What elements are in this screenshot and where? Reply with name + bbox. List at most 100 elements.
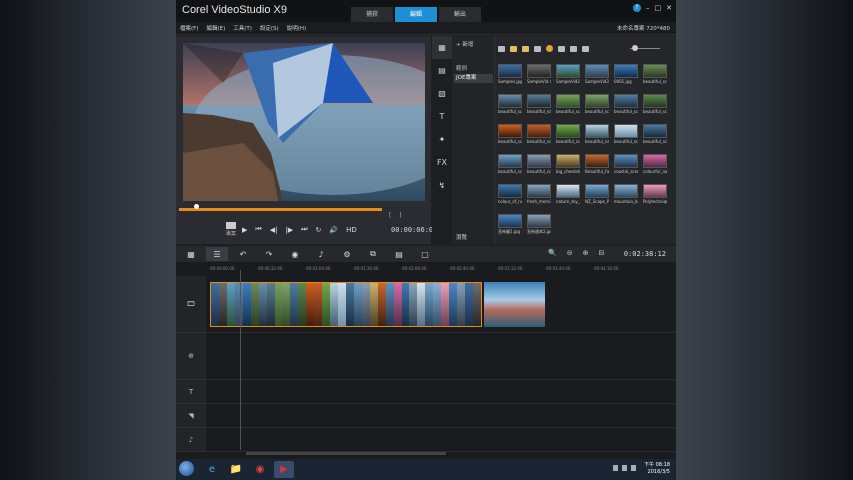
folder-samples[interactable]: 範例: [456, 64, 467, 72]
subtitle-editor-icon[interactable]: ▤: [388, 247, 410, 261]
voice-track-icon[interactable]: ◥: [176, 404, 206, 428]
media-thumbnail[interactable]: SampleVid3.mp4: [585, 64, 609, 86]
storyboard-view-icon[interactable]: ▦: [180, 247, 202, 261]
music-track-icon[interactable]: ♪: [176, 428, 206, 452]
media-thumbnail[interactable]: beautiful_scen...: [527, 154, 551, 176]
explorer-icon[interactable]: 📁: [226, 461, 246, 478]
overlay-track-icon[interactable]: ⊕: [176, 333, 206, 380]
media-thumbnail[interactable]: Samples.jpg: [498, 64, 522, 86]
mark-out-button[interactable]: ]: [399, 212, 401, 219]
sort-icon[interactable]: [582, 45, 589, 52]
mark-in-button[interactable]: [: [389, 212, 391, 219]
start-button[interactable]: [179, 461, 194, 476]
media-icon[interactable]: ▦: [432, 36, 452, 59]
volume-icon[interactable]: [631, 465, 636, 471]
player-timecode[interactable]: 00:00:06:00: [391, 226, 437, 234]
media-thumbnail[interactable]: beautiful_natu...: [527, 94, 551, 116]
media-thumbnail[interactable]: beautiful_natu...: [585, 124, 609, 146]
track-lane[interactable]: [206, 428, 676, 452]
media-thumbnail[interactable]: Beautiful_Fall_f...: [585, 154, 609, 176]
title-icon[interactable]: T: [432, 105, 452, 128]
volume-button[interactable]: 🔊: [329, 226, 338, 234]
play-button[interactable]: ▶: [242, 226, 247, 234]
playhead-handle[interactable]: [194, 204, 199, 209]
tray-arrow-icon[interactable]: [613, 465, 618, 471]
media-thumbnail[interactable]: beautiful_scen...: [614, 124, 638, 146]
media-thumbnail[interactable]: beautiful_scen...: [527, 124, 551, 146]
media-thumbnail[interactable]: colourful_nature...: [643, 154, 667, 176]
chrome-icon[interactable]: ◉: [250, 461, 270, 478]
title-track-icon[interactable]: T: [176, 380, 206, 404]
media-thumbnail[interactable]: beautiful_scen...: [614, 94, 638, 116]
video-track-icon[interactable]: 🎞: [176, 276, 206, 333]
browse-online-icon[interactable]: [546, 45, 553, 52]
media-thumbnail[interactable]: coastal_scene...: [614, 154, 638, 176]
media-thumbnail[interactable]: 0001.jpg: [614, 64, 638, 86]
tab-capture[interactable]: 捕获: [351, 7, 393, 22]
media-thumbnail[interactable]: beautiful_scen...: [556, 124, 580, 146]
timeline-view-icon[interactable]: ☰: [206, 247, 228, 261]
next-frame-button[interactable]: |▶: [285, 226, 293, 234]
show-videos-icon[interactable]: [510, 45, 517, 52]
minimize-button[interactable]: –: [646, 4, 650, 12]
add-folder-button[interactable]: + 新增: [456, 40, 473, 48]
motion-tracking-icon[interactable]: ⧉: [362, 247, 384, 261]
media-thumbnail[interactable]: 宣佈圖1.jpg: [498, 214, 522, 236]
browse-button[interactable]: 瀏覽: [456, 233, 467, 241]
list-view-icon[interactable]: [558, 45, 565, 52]
track-lane[interactable]: [206, 333, 676, 380]
mode-toggle[interactable]: 專案: [226, 222, 236, 237]
zoom-out-icon[interactable]: ⊖: [567, 249, 573, 257]
media-thumbnail[interactable]: beautiful_scen...: [643, 94, 667, 116]
graphic-icon[interactable]: ✦: [432, 128, 452, 151]
thumbnail-zoom-knob[interactable]: [632, 45, 638, 51]
media-thumbnail[interactable]: beautiful_scen...: [556, 94, 580, 116]
zoom-in-icon[interactable]: ⊕: [583, 249, 589, 257]
sound-mixer-icon[interactable]: ♪: [310, 247, 332, 261]
import-media-icon[interactable]: [498, 45, 505, 52]
tab-share[interactable]: 輸出: [439, 7, 481, 22]
media-thumbnail[interactable]: NZ_Scape_Pl...: [585, 184, 609, 206]
timeline-ruler[interactable]: 00:00:00:00 00:00:32:00 00:01:04:00 00:01:3…: [210, 265, 676, 274]
close-button[interactable]: ✕: [666, 4, 672, 12]
help-icon[interactable]: ?: [633, 4, 641, 12]
track-lane[interactable]: [206, 404, 676, 428]
scrubber-track[interactable]: [179, 208, 382, 211]
media-thumbnail[interactable]: Polytechnique...: [643, 184, 667, 206]
menu-help[interactable]: 說明(H): [287, 24, 306, 32]
media-thumbnail[interactable]: 宣佈連串2.jpg: [527, 214, 551, 236]
media-thumbnail[interactable]: SampleVid.mp4: [527, 64, 551, 86]
tab-edit[interactable]: 編輯: [395, 7, 437, 22]
taskbar-clock[interactable]: 下午 08:18 2016/3/5: [644, 462, 670, 476]
prev-frame-button[interactable]: ◀|: [270, 226, 278, 234]
transition-icon[interactable]: ▧: [432, 82, 452, 105]
hd-button[interactable]: HD: [346, 226, 357, 234]
auto-music-icon[interactable]: ⚙: [336, 247, 358, 261]
end-button[interactable]: ⏭: [301, 225, 307, 234]
media-thumbnail[interactable]: colour_of_north...: [498, 184, 522, 206]
timeline-timecode[interactable]: 0:02:38:12: [624, 250, 666, 258]
menu-file[interactable]: 檔案(F): [180, 24, 198, 32]
media-thumbnail[interactable]: beautiful_scen...: [498, 154, 522, 176]
media-thumbnail[interactable]: fresh_mornin...: [527, 184, 551, 206]
show-photos-icon[interactable]: [522, 45, 529, 52]
instant-project-icon[interactable]: ▤: [432, 59, 452, 82]
timeline-playhead[interactable]: [240, 270, 241, 450]
show-audio-icon[interactable]: [534, 45, 541, 52]
video-clip-sequence[interactable]: [210, 282, 482, 327]
media-thumbnail[interactable]: nature_sky_p...: [556, 184, 580, 206]
menu-edit[interactable]: 編輯(E): [206, 24, 225, 32]
thumbnail-view-icon[interactable]: [570, 45, 577, 52]
record-capture-icon[interactable]: ◉: [284, 247, 306, 261]
undo-icon[interactable]: ↶: [232, 247, 254, 261]
menu-settings[interactable]: 設定(S): [260, 24, 279, 32]
media-thumbnail[interactable]: mountain_bd...: [614, 184, 638, 206]
media-thumbnail[interactable]: SampleVid2.mp4: [556, 64, 580, 86]
media-thumbnail[interactable]: big_cheetah_sc...: [556, 154, 580, 176]
track-lane[interactable]: [206, 380, 676, 404]
media-thumbnail[interactable]: beautiful_scen...: [643, 64, 667, 86]
menu-tools[interactable]: 工具(T): [233, 24, 252, 32]
media-thumbnail[interactable]: beautiful_scen...: [585, 94, 609, 116]
fx-icon[interactable]: FX: [432, 151, 452, 174]
zoom-search-icon[interactable]: 🔍: [548, 249, 557, 257]
